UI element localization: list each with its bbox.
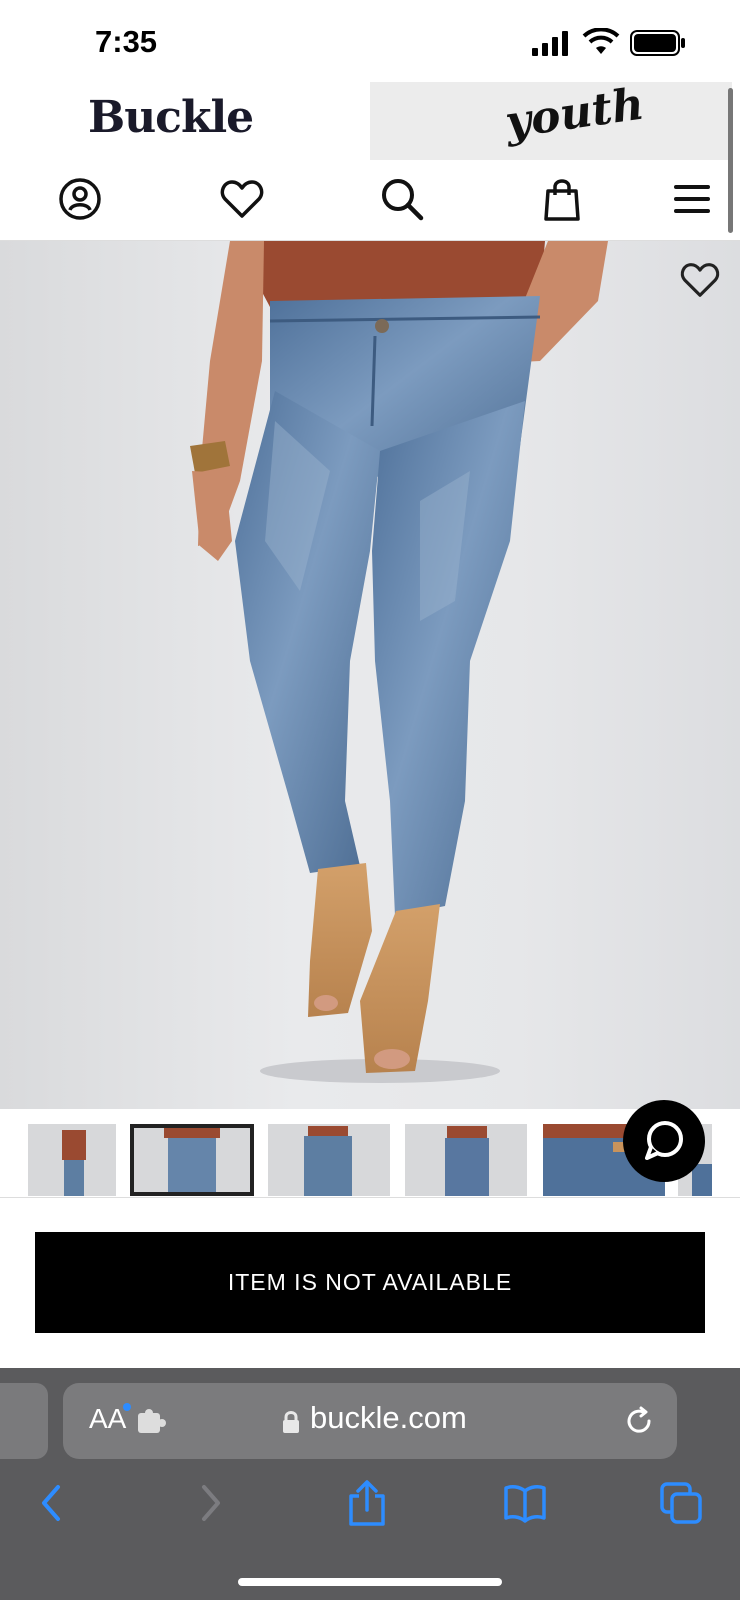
thumbnail-image xyxy=(304,1126,352,1196)
heart-icon xyxy=(680,263,720,297)
back-button[interactable] xyxy=(26,1478,76,1528)
bookmarks-icon xyxy=(504,1485,546,1523)
chat-bubble-icon xyxy=(645,1121,683,1160)
forward-button[interactable] xyxy=(186,1478,236,1528)
wishlist-button[interactable] xyxy=(218,175,266,223)
menu-icon xyxy=(674,185,710,213)
product-thumbnail-selected[interactable] xyxy=(130,1124,254,1196)
reload-icon[interactable] xyxy=(624,1406,654,1436)
jeans-model-illustration xyxy=(190,241,608,1083)
shopping-bag-icon xyxy=(544,179,580,221)
extension-puzzle-icon[interactable] xyxy=(136,1409,168,1435)
account-button[interactable] xyxy=(56,175,104,223)
reader-settings-button[interactable]: AA xyxy=(89,1403,126,1435)
search-icon xyxy=(382,179,424,221)
search-button[interactable] xyxy=(378,175,426,223)
forward-icon xyxy=(202,1485,220,1521)
product-thumbnail[interactable] xyxy=(268,1124,390,1196)
thumbnail-image xyxy=(445,1126,489,1196)
tabs-button[interactable] xyxy=(656,1478,706,1528)
product-thumbnail[interactable] xyxy=(405,1124,527,1196)
wifi-icon xyxy=(582,28,620,54)
home-indicator[interactable] xyxy=(238,1578,502,1586)
product-image[interactable] xyxy=(0,241,740,1109)
account-icon xyxy=(59,178,101,220)
cart-button[interactable] xyxy=(538,175,586,223)
tabs-icon xyxy=(660,1482,702,1524)
buckle-logo[interactable]: Buckle xyxy=(88,92,254,143)
chat-button[interactable] xyxy=(623,1100,705,1182)
share-icon xyxy=(349,1480,385,1526)
thumbnail-image xyxy=(62,1130,86,1196)
menu-button[interactable] xyxy=(668,175,716,223)
share-button[interactable] xyxy=(342,1478,392,1528)
back-icon xyxy=(42,1485,60,1521)
product-wishlist-button[interactable] xyxy=(680,262,720,303)
url-domain[interactable]: buckle.com xyxy=(310,1400,467,1436)
status-time: 7:35 xyxy=(95,24,158,59)
notification-dot xyxy=(123,1403,131,1411)
bookmarks-button[interactable] xyxy=(500,1478,550,1528)
item-not-available-button[interactable]: ITEM IS NOT AVAILABLE xyxy=(35,1232,705,1333)
previous-tab-preview[interactable] xyxy=(0,1383,48,1459)
thumbnail-image xyxy=(164,1128,220,1192)
heart-icon xyxy=(220,180,264,218)
product-thumbnail[interactable] xyxy=(28,1124,116,1196)
cellular-signal-icon xyxy=(532,31,568,56)
battery-icon xyxy=(630,30,685,56)
lock-icon xyxy=(283,1411,299,1433)
icon-nav-bar xyxy=(0,162,740,241)
